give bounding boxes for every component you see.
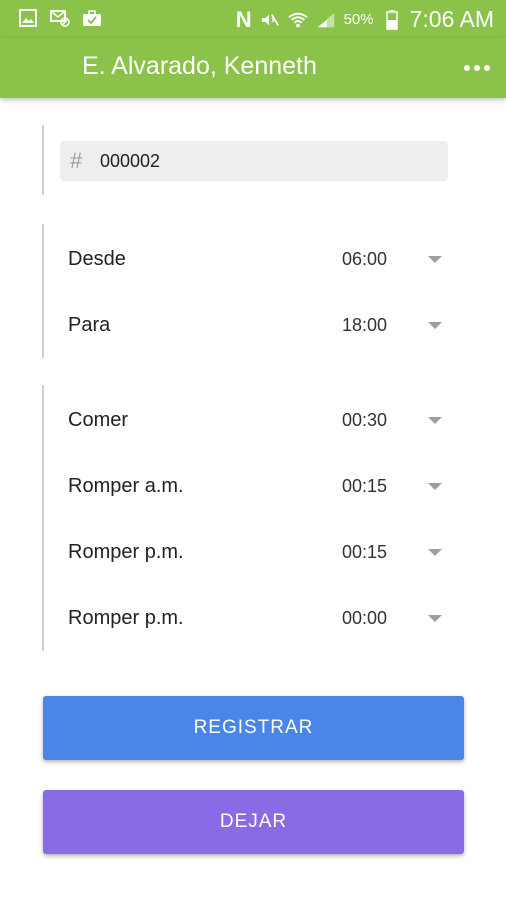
break-row-pm[interactable]: Romper p.m. 00:15 <box>44 519 462 585</box>
app-bar: E. Alvarado, Kenneth <box>0 38 506 98</box>
employee-id-value: 000002 <box>100 150 161 171</box>
hash-icon: # <box>70 148 83 173</box>
schedule-row-desde[interactable]: Desde 06:00 <box>44 226 462 292</box>
schedule-row-para[interactable]: Para 18:00 <box>44 292 462 358</box>
register-button[interactable]: REGISTRAR <box>43 696 464 760</box>
break-row-pm-2[interactable]: Romper p.m. 00:00 <box>44 585 462 651</box>
dropdown-arrow-icon[interactable] <box>428 548 442 556</box>
status-right: N 50% 7:06 AM <box>236 6 494 33</box>
dropdown-arrow-icon[interactable] <box>428 321 442 329</box>
break-value: 00:00 <box>342 607 388 628</box>
break-row-comer[interactable]: Comer 00:30 <box>44 387 462 453</box>
break-value: 00:15 <box>342 541 388 562</box>
break-label: Romper p.m. <box>68 540 184 563</box>
sms-blocked-icon <box>50 8 70 28</box>
more-icon[interactable] <box>462 56 492 80</box>
n-icon: N <box>235 6 252 32</box>
schedule-label: Desde <box>68 247 126 270</box>
dropdown-arrow-icon[interactable] <box>428 482 442 490</box>
break-label: Romper a.m. <box>68 474 184 497</box>
break-value: 00:15 <box>342 475 388 496</box>
employee-id-field[interactable]: # 000002 <box>60 141 448 181</box>
dropdown-arrow-icon[interactable] <box>428 416 442 424</box>
leave-button[interactable]: DEJAR <box>43 790 464 854</box>
employee-id-section: # 000002 <box>42 125 464 195</box>
break-value: 00:30 <box>342 409 388 430</box>
signal-icon <box>316 10 336 30</box>
break-label: Comer <box>68 408 129 431</box>
wifi-icon <box>287 10 308 30</box>
break-label: Romper p.m. <box>68 606 184 629</box>
schedule-value: 18:00 <box>342 314 388 335</box>
break-row-am[interactable]: Romper a.m. 00:15 <box>44 453 462 519</box>
battery-percent: 50% <box>343 11 374 28</box>
dropdown-arrow-icon[interactable] <box>428 614 442 622</box>
battery-icon <box>382 9 402 30</box>
dropdown-arrow-icon[interactable] <box>428 255 442 263</box>
image-icon <box>18 8 38 28</box>
schedule-section: Desde 06:00 Para 18:00 <box>42 224 464 358</box>
breaks-section: Comer 00:30 Romper a.m. 00:15 Romper p.m… <box>42 385 464 651</box>
page-title: E. Alvarado, Kenneth <box>82 52 317 80</box>
briefcase-check-icon <box>82 8 102 28</box>
schedule-label: Para <box>68 313 111 336</box>
mute-icon <box>260 10 280 30</box>
clock: 7:06 AM <box>409 6 494 32</box>
schedule-value: 06:00 <box>342 248 388 269</box>
status-left-icons <box>18 8 102 28</box>
status-bar: N 50% 7:06 AM <box>0 0 506 38</box>
